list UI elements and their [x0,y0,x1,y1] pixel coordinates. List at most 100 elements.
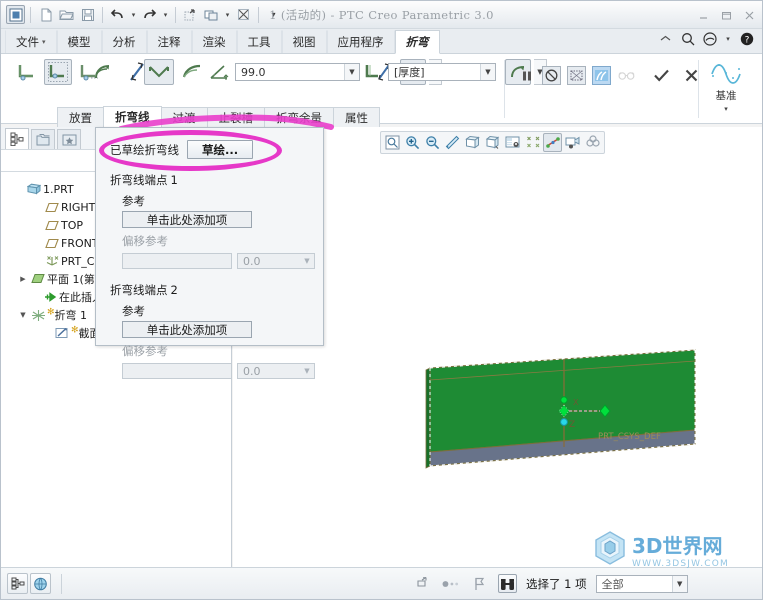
bend-both-sides-icon[interactable] [144,59,174,85]
new-icon[interactable] [36,5,55,24]
ribbon-tab-analysis[interactable]: 分析 [101,30,147,53]
status-bar: 选择了 1 项 全部 ▼ [1,567,762,599]
bend-direction-group [89,59,152,85]
window-dropdown-icon[interactable]: ▾ [223,5,232,24]
surface-icon [29,273,47,285]
ribbon-tab-view[interactable]: 视图 [281,30,327,53]
redo-dropdown-icon[interactable]: ▾ [161,5,170,24]
tree-expander-collapsed-icon[interactable]: ▶ [17,275,29,283]
window-icon[interactable] [202,5,221,24]
tree-item-label: FRONT [61,236,99,250]
sketch-button[interactable]: 草绘... [187,140,254,159]
ribbon-tab-applications-label: 应用程序 [337,35,384,49]
tree-item-label: 1.PRT [43,182,74,196]
bend-arc-icon[interactable] [89,59,119,85]
undo-icon[interactable] [108,5,127,24]
tree-expander-expanded-icon[interactable]: ▼ [17,311,29,319]
sketched-bendline-label: 已草绘折弯线 [110,142,179,157]
open-icon[interactable] [57,5,76,24]
endpoint2-title: 折弯线端点 2 [96,269,323,298]
ribbon-tab-tools[interactable]: 工具 [236,30,282,53]
customize-qat-icon[interactable]: ▾ [264,5,283,24]
dashboard-tab-transition[interactable]: 过渡 [160,107,208,127]
pause-icon[interactable] [517,66,536,85]
help-center-icon[interactable] [702,31,717,46]
ribbon-tab-bar: 文件 ▾ 模型 分析 注释 渲染 工具 视图 应用程序 折弯 [1,29,762,54]
dashboard-tab-placement[interactable]: 放置 [57,107,104,127]
endpoint1-add-item-box[interactable]: 单击此处添加项 [122,211,252,228]
flag-icon[interactable] [470,574,489,593]
bend-with-transition-icon[interactable] [44,59,72,85]
endpoint2-reference-label: 参考 [122,304,145,318]
dashboard-tab-bendline[interactable]: 折弯线 [103,106,162,127]
chevron-down-icon[interactable]: ▼ [480,64,495,80]
plane-icon [43,238,61,249]
ribbon-tab-file[interactable]: 文件 ▾ [5,30,57,53]
ribbon-tab-model[interactable]: 模型 [56,30,102,53]
angle-icon[interactable] [206,59,232,85]
endpoint1-number: 1 [170,173,178,187]
endpoint2-offset-field[interactable] [122,363,232,379]
favorites-tab[interactable] [57,129,81,149]
browser-toggle-icon[interactable] [30,573,51,594]
thickness-combo[interactable]: [厚度] ▼ [388,63,496,81]
ribbon-tab-render[interactable]: 渲染 [191,30,237,53]
model-tree-toggle-icon[interactable] [7,573,28,594]
ribbon-tab-render-label: 渲染 [202,35,226,49]
preview-geometry-icon[interactable] [567,66,586,85]
status-left-buttons [1,573,62,594]
ribbon-tab-tools-label: 工具 [247,35,271,49]
selection-filter-icon[interactable] [498,574,517,593]
minimize-button[interactable] [696,8,710,22]
endpoint2-offset-combo[interactable]: 0.0 ▼ [237,363,315,379]
regen-status-icon[interactable] [414,574,433,593]
endpoint2-number: 2 [170,283,178,297]
dashboard-tab-transition-label: 过渡 [172,110,196,125]
collapse-ribbon-icon[interactable] [658,31,673,46]
dashboard-tab-relief[interactable]: 止裂槽 [206,107,265,127]
ribbon-tab-analysis-label: 分析 [112,35,136,49]
ribbon-tab-applications[interactable]: 应用程序 [326,30,395,53]
dashboard-tab-bendallowance[interactable]: 折弯余量 [264,107,334,127]
help-icon[interactable]: ? [739,31,754,46]
chevron-down-icon[interactable]: ▼ [671,575,687,592]
search-icon[interactable] [680,31,695,46]
dashboard-tab-relief-label: 止裂槽 [218,110,254,125]
folder-browser-tab[interactable] [31,129,55,149]
redo-icon[interactable] [140,5,159,24]
endpoint2-add-item-box[interactable]: 单击此处添加项 [122,321,252,338]
endpoint1-offset-field[interactable] [122,253,232,269]
ribbon-tab-bend[interactable]: 折弯 [394,30,440,54]
help-dropdown-icon[interactable]: ▾ [724,31,732,46]
qat-separator-4 [258,6,259,23]
app-menu-icon[interactable] [6,5,25,24]
restore-button[interactable] [719,8,733,22]
close-window-icon[interactable] [234,5,253,24]
preview-feature-icon[interactable] [592,66,611,85]
model-tree-tab[interactable] [5,128,29,149]
chevron-down-icon[interactable]: ▼ [300,367,314,375]
thickness-icon[interactable] [359,59,385,85]
chevron-down-icon[interactable]: ▼ [344,64,359,80]
bend-angle-combo[interactable]: 99.0 ▼ [235,63,360,81]
ribbon-tab-annotate-label: 注释 [157,35,181,49]
csys-icon [43,255,61,267]
undo-dropdown-icon[interactable]: ▾ [129,5,138,24]
regenerate-icon[interactable] [181,5,200,24]
qat-separator-2 [102,6,103,23]
part-left-edge [425,367,431,469]
endpoint1-offset-combo[interactable]: 0.0 ▼ [237,253,315,269]
ribbon-tab-annotate[interactable]: 注释 [146,30,192,53]
selection-filter-value: 全部 [601,577,624,591]
bend-regular-icon[interactable] [13,59,41,85]
close-button[interactable] [742,8,756,22]
save-icon[interactable] [78,5,97,24]
no-preview-icon[interactable] [542,66,561,85]
bend-one-side-icon[interactable] [177,59,207,85]
progress-icon [442,574,461,593]
accept-icon[interactable] [652,66,671,85]
selection-filter-combo[interactable]: 全部 ▼ [595,574,688,593]
datum-label: 基准 [715,90,737,102]
dashboard-tab-properties[interactable]: 属性 [333,107,380,127]
chevron-down-icon[interactable]: ▼ [300,257,314,265]
